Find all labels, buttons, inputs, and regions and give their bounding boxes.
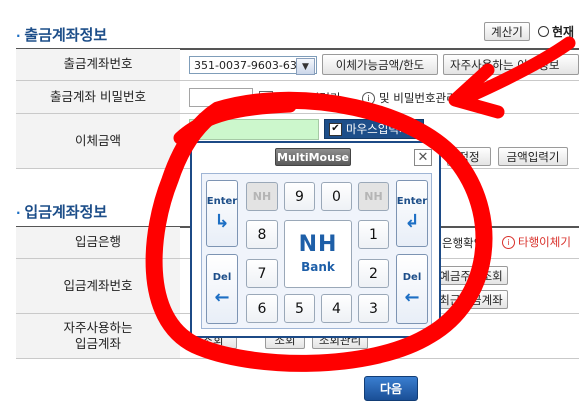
red-arrow-head: [448, 63, 505, 119]
other-bank-link[interactable]: i 타행이체기: [502, 234, 571, 250]
amount-mouse-input-toggle[interactable]: ✔ 마우스입력기: [324, 119, 424, 139]
enter-key-right[interactable]: Enter ↲: [396, 180, 428, 247]
deposit-bank-label: 입금은행: [16, 227, 180, 258]
backspace-arrow-icon: ←: [404, 286, 420, 308]
keypad-key-4[interactable]: 4: [321, 294, 352, 323]
frequent-transfer-button[interactable]: 자주사용하는 이체정보: [443, 54, 579, 75]
calculator-button[interactable]: 계산기: [484, 22, 530, 41]
keypad-key-6[interactable]: 6: [246, 294, 278, 323]
keypad-title: MultiMouse: [275, 148, 351, 166]
amount-label: 이체금액: [16, 114, 180, 168]
next-button[interactable]: 다음: [364, 376, 418, 401]
bank-check-button[interactable]: 은행확인: [442, 235, 484, 251]
limit-button[interactable]: 이체가능금액/한도: [322, 54, 438, 75]
keypad-key-0[interactable]: 0: [321, 182, 352, 211]
enter-arrow-icon: ↳: [214, 211, 230, 232]
info-icon: i: [502, 235, 515, 249]
delete-key-left[interactable]: Del ←: [206, 254, 238, 324]
name-check-button[interactable]: 예금주명조회: [434, 266, 508, 285]
keypad-key-9[interactable]: 9: [284, 182, 315, 211]
chevron-down-icon: ▼: [296, 58, 315, 75]
frequent-deposit-label: 자주사용하는 입금계좌: [16, 314, 180, 358]
withdraw-account-select[interactable]: 351-0037-9603-63 ▼: [189, 56, 317, 75]
info-icon: i: [362, 91, 375, 105]
amount-input-button[interactable]: 금액입력기: [498, 147, 568, 166]
recent-account-button[interactable]: 최근입금계좌: [434, 290, 508, 309]
keypad-disabled-key: NH: [358, 182, 389, 211]
enter-arrow-icon: ↲: [404, 211, 420, 232]
password-input[interactable]: [189, 88, 253, 107]
deposit-account-label: 입금계좌번호: [16, 259, 180, 313]
bullet-icon: ·: [16, 206, 21, 220]
nh-bank-logo: NH Bank: [284, 220, 352, 288]
bullet-icon: ·: [16, 29, 21, 43]
close-icon[interactable]: ✕: [414, 149, 432, 166]
withdraw-account-label: 출금계좌번호: [16, 49, 180, 80]
checkbox[interactable]: [259, 91, 273, 105]
deposit-section-title: · 입금계좌정보: [16, 203, 108, 221]
withdraw-password-label: 출금계좌 비밀번호: [16, 81, 180, 113]
keypad-key-5[interactable]: 5: [284, 294, 315, 323]
multimouse-keypad-popup: MultiMouse ✕ Enter ↳ Del ← Enter ↲ Del ←…: [190, 141, 441, 338]
password-info: i 및 비밀번호관리: [362, 90, 457, 106]
password-mouse-input-toggle[interactable]: 마우스입력기: [259, 90, 340, 106]
enter-key-left[interactable]: Enter ↳: [206, 180, 238, 247]
correct-button[interactable]: 정정: [447, 147, 491, 166]
keypad-key-2[interactable]: 2: [358, 259, 389, 288]
delete-key-right[interactable]: Del ←: [396, 254, 428, 324]
keypad-disabled-key: NH: [246, 182, 278, 211]
withdraw-section-title: · 출금계좌정보: [16, 26, 108, 44]
keypad-key-1[interactable]: 1: [358, 220, 389, 249]
keypad-key-7[interactable]: 7: [246, 259, 278, 288]
row-divider: [16, 358, 579, 359]
clock-icon: [538, 26, 549, 37]
backspace-arrow-icon: ←: [214, 286, 230, 308]
keypad-key-8[interactable]: 8: [246, 220, 278, 249]
keypad-body: Enter ↳ Del ← Enter ↲ Del ← NH 9 0 NH 8 …: [201, 173, 432, 329]
amount-input[interactable]: [189, 119, 319, 140]
current-time-label: 현재: [538, 23, 574, 40]
keypad-key-3[interactable]: 3: [358, 294, 389, 323]
checkbox-checked-icon[interactable]: ✔: [329, 122, 342, 136]
